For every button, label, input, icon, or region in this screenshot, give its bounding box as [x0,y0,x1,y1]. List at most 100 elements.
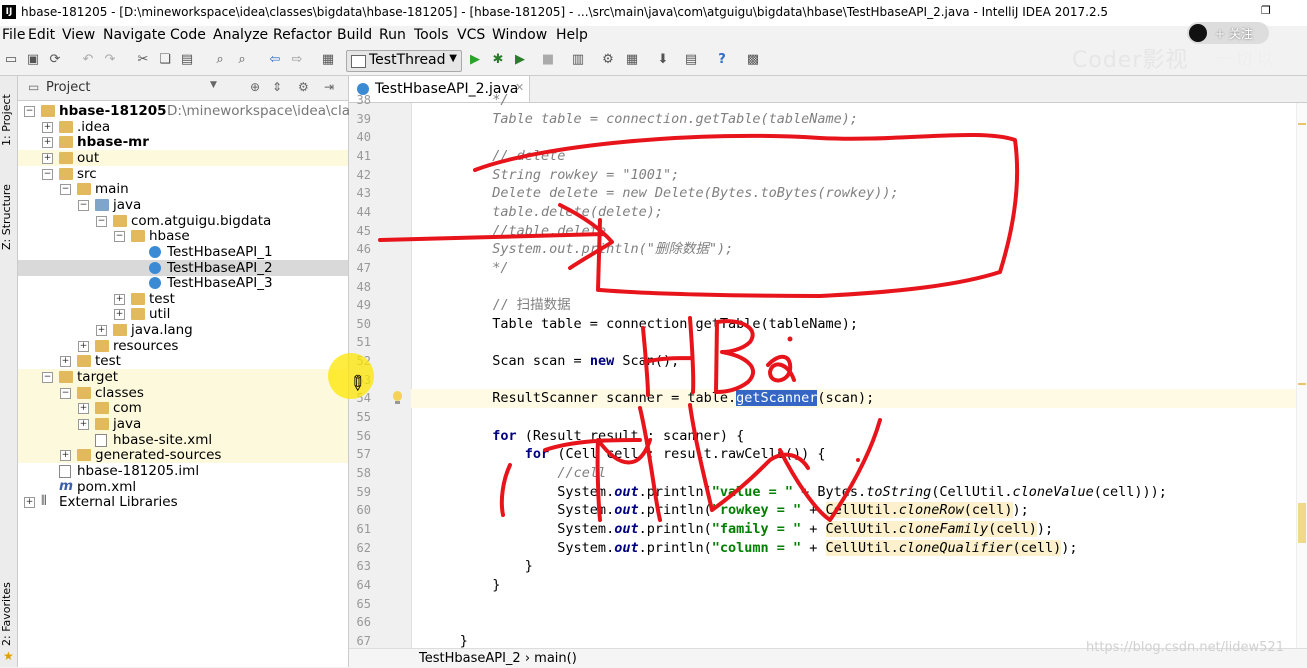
sync-icon[interactable]: ⟳ [47,52,63,68]
code-line[interactable]: } [411,576,1307,595]
tree-item[interactable]: − classes [18,384,348,401]
code-line[interactable]: for (Cell cell : result.rawCells()) { [411,445,1307,464]
project-panel-title[interactable]: Project [46,80,90,95]
collapse-toggle-icon[interactable]: − [96,215,107,227]
tree-item[interactable]: TestHbaseAPI_3 [18,275,348,291]
code-line[interactable]: System.out.println("column = " + CellUti… [411,539,1307,558]
sdk-icon[interactable]: ⬇ [655,52,671,68]
collapse-toggle-icon[interactable]: − [60,184,71,196]
update-icon[interactable]: ▥ [570,52,586,68]
tree-item[interactable]: + com [18,400,348,417]
debug-icon[interactable]: ✱ [490,52,506,68]
collapse-toggle-icon[interactable]: − [42,372,53,384]
tree-item[interactable]: + .idea [18,119,348,135]
help-icon[interactable]: ? [714,52,730,68]
expand-toggle-icon[interactable]: + [78,340,89,352]
code-line[interactable]: } [411,557,1307,576]
tree-item[interactable]: + ⫴ External Libraries [18,493,348,510]
tab-favorites[interactable]: 2: Favorites [0,574,17,654]
tree-item[interactable]: hbase-181205.iml [18,463,348,479]
menu-navigate[interactable]: Navigate [103,26,166,45]
code-line[interactable] [411,371,1307,390]
code-line[interactable]: System.out.println("rowkey = " + CellUti… [411,501,1307,520]
sync-icon[interactable]: ⊕ [250,80,260,94]
tree-item[interactable]: + out [18,149,348,166]
tree-item[interactable]: + test [18,353,348,369]
settings-icon[interactable]: ⚙ [600,52,616,68]
collapse-toggle-icon[interactable]: − [114,231,125,243]
menu-window[interactable]: Window [492,26,547,45]
expand-toggle-icon[interactable]: + [78,419,89,430]
project-structure-icon[interactable]: ▦ [624,52,640,68]
expand-toggle-icon[interactable]: + [78,403,89,415]
tree-item[interactable]: + test [18,291,348,307]
tree-item[interactable]: + resources [18,338,348,354]
tree-item[interactable]: − src [18,166,348,182]
undo-icon[interactable]: ↶ [80,52,96,68]
tree-item[interactable]: − com.atguigu.bigdata [18,213,348,229]
tree-item[interactable]: − hbase [18,228,348,244]
code-line[interactable]: Delete delete = new Delete(Bytes.toBytes… [411,184,1307,203]
code-line[interactable] [411,408,1307,427]
menu-vcs[interactable]: VCS [457,26,485,45]
menu-edit[interactable]: Edit [28,26,55,45]
tab-structure[interactable]: Z: Structure [0,172,17,262]
code-editor[interactable]: */ Table table = connection.getTable(tab… [411,92,1307,649]
code-line[interactable]: //cell [411,464,1307,483]
tree-item[interactable]: m pom.xml [18,478,348,495]
cut-icon[interactable]: ✂ [135,52,151,68]
coverage-icon[interactable]: ▶ [512,52,528,68]
tree-item[interactable]: + hbase-mr [18,134,348,150]
code-line[interactable]: Table table = connection.getTable(tableN… [411,315,1307,334]
code-line[interactable] [411,595,1307,614]
menu-tools[interactable]: Tools [414,26,449,45]
expand-toggle-icon[interactable]: + [42,121,53,133]
tree-item[interactable]: + util [18,306,348,322]
menu-code[interactable]: Code [170,26,206,45]
menu-run[interactable]: Run [379,26,406,45]
search-everywhere-icon[interactable]: ▩ [745,52,761,68]
menu-help[interactable]: Help [556,26,588,45]
code-line[interactable]: // delete [411,147,1307,166]
open-icon[interactable]: ▭ [3,52,19,68]
tab-project[interactable]: 1: Project [0,80,17,160]
collapse-toggle-icon[interactable]: − [42,168,53,180]
expand-toggle-icon[interactable]: + [24,497,35,509]
expand-toggle-icon[interactable]: + [114,309,125,321]
code-line[interactable] [411,278,1307,297]
save-icon[interactable]: ▣ [25,52,41,68]
tree-item[interactable]: − hbase-181205 D:\mineworkspace\idea\clas [18,103,357,119]
tree-item[interactable]: − target [18,369,348,386]
menu-file[interactable]: File [2,26,25,45]
code-line[interactable]: // 扫描数据 [411,296,1307,315]
code-line[interactable] [411,333,1307,352]
code-line[interactable]: //table.delete [411,222,1307,241]
tree-item[interactable]: TestHbaseAPI_2 [18,259,348,276]
tree-item[interactable]: − java [18,197,348,213]
breadcrumb-text[interactable]: TestHbaseAPI_2 › main() [419,649,577,668]
menu-view[interactable]: View [62,26,95,45]
run-configuration-select[interactable]: TestThread ▼ [346,50,462,72]
code-line[interactable]: */ [411,259,1307,278]
code-line[interactable]: table.delete(delete); [411,203,1307,222]
expand-toggle-icon[interactable]: + [60,450,71,462]
expand-toggle-icon[interactable]: + [42,152,53,164]
collapse-icon[interactable]: ⇕ [272,80,282,94]
build-icon[interactable]: ▦ [320,52,336,68]
expand-toggle-icon[interactable]: + [96,325,107,337]
hide-icon[interactable]: ⇥ [324,80,334,94]
forward-icon[interactable]: ⇨ [289,52,305,68]
tree-item[interactable]: + generated-sources [18,447,348,464]
tree-item[interactable]: + java [18,416,348,432]
collapse-toggle-icon[interactable]: − [24,106,35,117]
collapse-toggle-icon[interactable]: − [78,199,89,211]
collapse-toggle-icon[interactable]: − [60,387,71,399]
stop-icon[interactable]: ■ [540,52,556,68]
tree-item[interactable]: + java.lang [18,322,348,338]
code-line[interactable]: System.out.println("value = " + Bytes.to… [411,483,1307,502]
expand-toggle-icon[interactable]: + [42,137,53,149]
gear-icon[interactable]: ⚙ [298,80,309,94]
menu-analyze[interactable]: Analyze [213,26,268,45]
tree-item[interactable]: − main [18,181,348,197]
code-line[interactable]: ResultScanner scanner = table.getScanner… [411,389,1307,409]
